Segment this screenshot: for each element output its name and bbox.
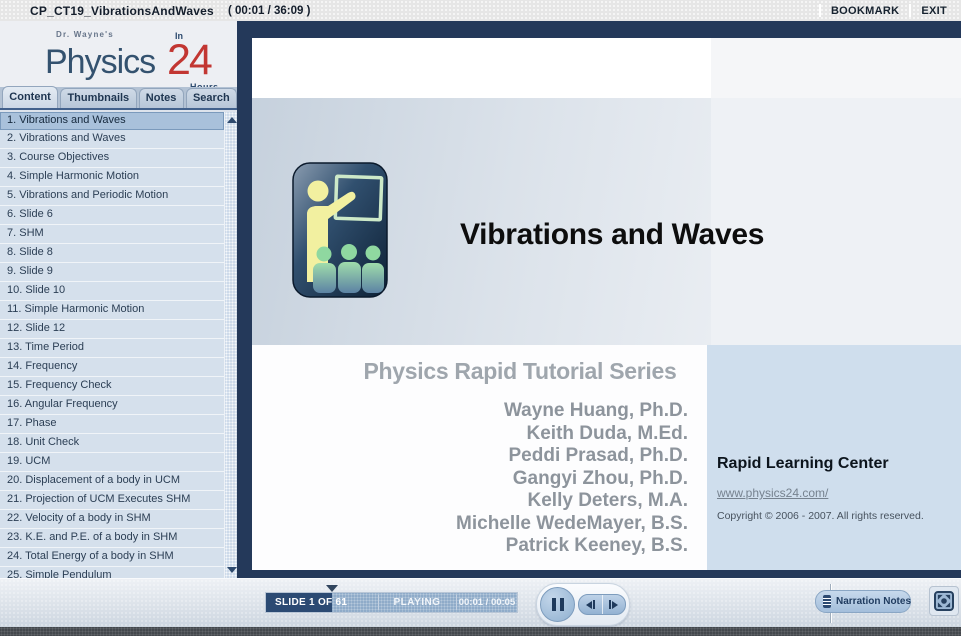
authors-list: Wayne Huang, Ph.D. Keith Duda, M.Ed. Peddi… [292,400,688,558]
brand-copyright: Copyright © 2006 - 2007. All rights rese… [717,510,924,522]
toc-item[interactable]: 12. Slide 12 [0,320,224,339]
fullscreen-button[interactable] [929,586,959,616]
window-title: CP_CT19_VibrationsAndWaves [30,3,214,18]
toc-item[interactable]: 3. Course Objectives [0,149,224,168]
tab-search[interactable]: Search [185,88,237,108]
toc-item[interactable]: 18. Unit Check [0,434,224,453]
sidebar: Dr. Wayne's Physics 24 In Hours Content T… [0,21,237,578]
toc-item[interactable]: 1. Vibrations and Waves [0,112,224,130]
author-line: Wayne Huang, Ph.D. [503,400,688,421]
toc-item[interactable]: 8. Slide 8 [0,244,224,263]
window-elapsed-time: ( 00:01 / 36:09 ) [227,4,311,17]
notes-label: Narration Notes [836,596,912,607]
toc-item[interactable]: 25. Simple Pendulum [0,567,224,578]
notes-icon [823,595,831,608]
slide-time: 00:01 / 00:05 [458,597,516,608]
step-forward-button[interactable] [603,595,626,614]
separator [909,4,912,17]
pause-icon [559,598,564,611]
logo-in: In [175,31,183,41]
toc-item[interactable]: 22. Velocity of a body in SHM [0,510,224,529]
exit-button[interactable]: EXIT [921,5,947,17]
presenter-classroom-icon [292,162,388,298]
playback-status: PLAYING [393,597,441,608]
toc-item[interactable]: 6. Slide 6 [0,206,224,225]
pause-icon [551,598,556,611]
narration-notes-button[interactable]: Narration Notes [815,590,911,613]
toc-item[interactable]: 7. SHM [0,225,224,244]
toc-item[interactable]: 15. Frequency Check [0,377,224,396]
slide-top-band [711,38,961,98]
separator [818,4,821,17]
window-bottom-strip [0,627,961,636]
toc-item[interactable]: 16. Angular Frequency [0,396,224,415]
step-back-button[interactable] [579,595,603,614]
bookmark-button[interactable]: BOOKMARK [831,5,899,17]
toc-item[interactable]: 24. Total Energy of a body in SHM [0,548,224,567]
fullscreen-icon [934,591,954,611]
author-line: Patrick Keeney, B.S. [505,535,688,556]
toc-item[interactable]: 4. Simple Harmonic Motion [0,168,224,187]
toc-item[interactable]: 13. Time Period [0,339,224,358]
title-bar: CP_CT19_VibrationsAndWaves ( 00:01 / 36:… [0,0,961,21]
toc-item[interactable]: 2. Vibrations and Waves [0,130,224,149]
logo-tagline: Dr. Wayne's [56,30,114,39]
toc-item[interactable]: 17. Phase [0,415,224,434]
slide-canvas: Vibrations and Waves Physics Rapid Tutor… [252,38,961,570]
series-subtitle: Physics Rapid Tutorial Series [363,358,677,384]
physics24-logo: Dr. Wayne's Physics 24 In Hours [0,21,237,88]
logo-number: 24 [167,36,213,84]
step-buttons [578,594,626,615]
brand-name: Rapid Learning Center [717,455,889,472]
toc-item[interactable]: 5. Vibrations and Periodic Motion [0,187,224,206]
seek-marker-icon[interactable] [326,585,338,592]
brand-url-link[interactable]: www.physics24.com/ [717,486,828,500]
author-line: Michelle WedeMayer, B.S. [456,512,688,534]
player-bar: SLIDE 1 OF 61 PLAYING 00:01 / 00:05 Narr… [0,578,961,627]
toc-item[interactable]: 20. Displacement of a body in UCM [0,472,224,491]
step-back-icon [585,600,592,609]
scroll-up-icon[interactable] [227,117,237,123]
tab-content[interactable]: Content [2,86,59,108]
app-window: CP_CT19_VibrationsAndWaves ( 00:01 / 36:… [0,0,961,636]
toc-item[interactable]: 10. Slide 10 [0,282,224,301]
slide-stage: Vibrations and Waves Physics Rapid Tutor… [237,21,961,578]
author-line: Gangyi Zhou, Ph.D. [512,467,688,489]
brand-panel: Rapid Learning Center www.physics24.com/… [707,345,961,570]
toc-item[interactable]: 11. Simple Harmonic Motion [0,301,224,320]
tab-thumbnails[interactable]: Thumbnails [60,88,137,108]
tab-notes[interactable]: Notes [138,88,184,108]
tab-bar: Content Thumbnails Notes Search [0,86,237,110]
toc-item[interactable]: 9. Slide 9 [0,263,224,282]
toc-item[interactable]: 21. Projection of UCM Executes SHM [0,491,224,510]
transport-controls [536,583,630,626]
toc-scrollbar[interactable] [224,112,237,578]
author-line: Keith Duda, M.Ed. [526,422,689,444]
author-line: Kelly Deters, M.A. [527,490,689,511]
progress-bar[interactable]: SLIDE 1 OF 61 PLAYING 00:01 / 00:05 [265,592,518,613]
pause-button[interactable] [540,587,575,622]
toc-item[interactable]: 19. UCM [0,453,224,472]
scroll-down-icon[interactable] [227,567,237,573]
toc-item[interactable]: 23. K.E. and P.E. of a body in SHM [0,529,224,548]
author-line: Peddi Prasad, Ph.D. [508,445,689,466]
slide-counter: SLIDE 1 OF 61 [275,597,348,608]
step-forward-icon [612,600,619,609]
toc-item[interactable]: 14. Frequency [0,358,224,377]
slide-title: Vibrations and Waves [460,218,765,251]
toc-list: 1. Vibrations and Waves 2. Vibrations and… [0,112,224,578]
logo-word: Physics [45,43,156,81]
